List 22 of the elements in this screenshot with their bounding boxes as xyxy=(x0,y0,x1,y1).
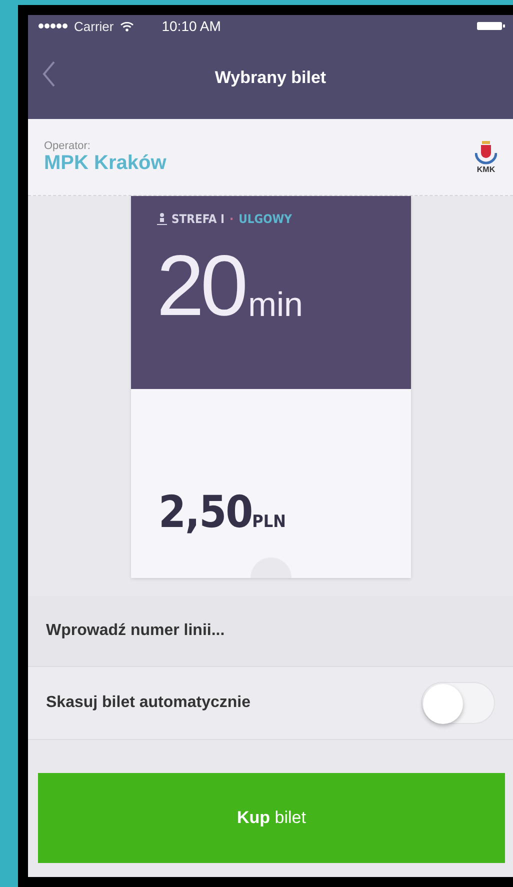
operator-name: MPK Kraków xyxy=(44,152,166,174)
screen-title: Wybrany bilet xyxy=(214,68,326,88)
separator-dot: · xyxy=(229,212,234,226)
price-currency: PLN xyxy=(252,512,286,532)
operator-label: Operator: xyxy=(44,140,92,152)
back-button[interactable] xyxy=(42,61,56,87)
duration-value: 20 xyxy=(156,248,244,326)
person-icon xyxy=(156,213,166,225)
logo-text: KMK xyxy=(476,164,496,174)
signal-icon xyxy=(38,23,68,29)
wifi-icon xyxy=(120,20,134,32)
zone-label: STREFA I xyxy=(172,212,224,226)
auto-validate-switch[interactable] xyxy=(421,682,495,724)
carrier-name: Carrier xyxy=(74,18,114,34)
auto-validate-label: Skasuj bilet automatycznie xyxy=(46,694,252,712)
crest-icon xyxy=(475,140,497,164)
fare-type: ULGOWY xyxy=(238,212,292,226)
duration-unit: min xyxy=(248,286,303,326)
battery-icon xyxy=(477,21,505,31)
buy-ticket-button[interactable]: Kup bilet xyxy=(38,773,505,863)
status-time: 10:10 AM xyxy=(162,18,221,34)
price-value: 2,50 xyxy=(158,487,252,538)
